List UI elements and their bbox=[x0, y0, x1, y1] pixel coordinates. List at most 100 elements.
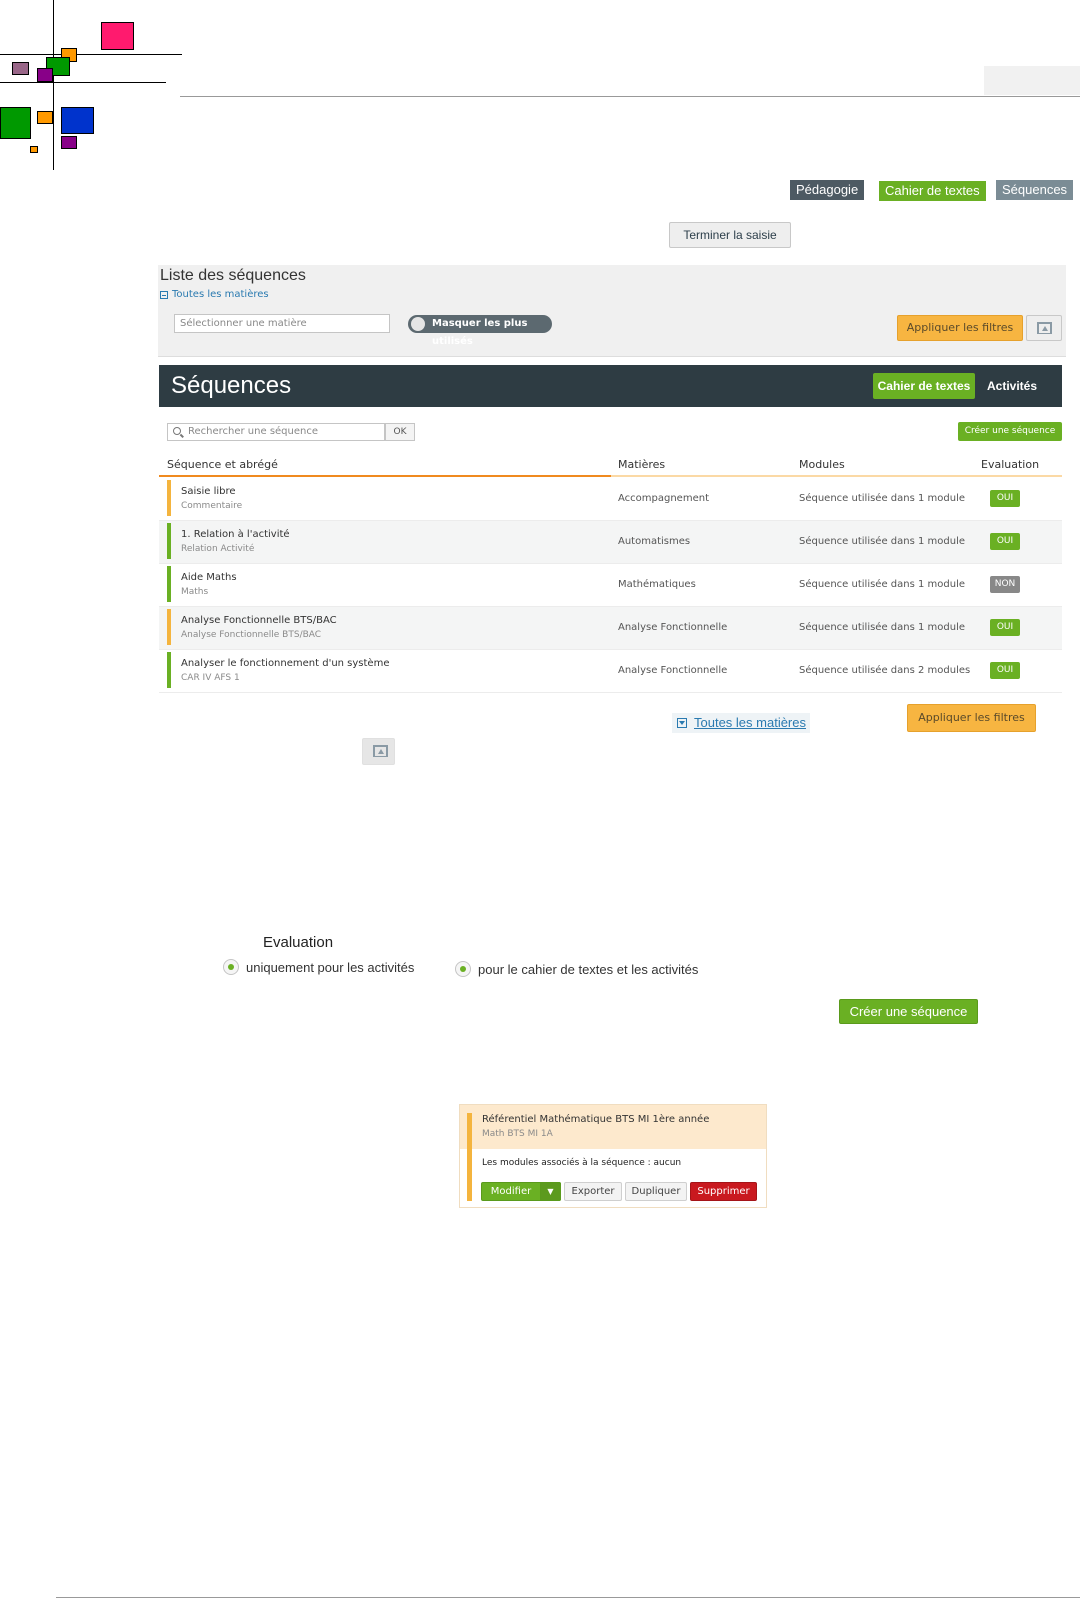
column-header-sequence[interactable]: Séquence et abrégé bbox=[167, 458, 278, 471]
modify-dropdown-icon[interactable]: ▼ bbox=[540, 1182, 561, 1201]
breadcrumb-cahier-de-textes[interactable]: Cahier de textes bbox=[879, 181, 986, 201]
create-sequence-button[interactable]: Créer une séquence bbox=[958, 422, 1062, 441]
expand-icon bbox=[677, 718, 687, 728]
toggle-all-subjects-label: Toutes les matières bbox=[172, 289, 269, 300]
export-button[interactable] bbox=[1026, 315, 1062, 341]
column-header-matieres[interactable]: Matières bbox=[618, 458, 665, 471]
sequence-modules: Séquence utilisée dans 1 module bbox=[799, 622, 966, 633]
header-rule bbox=[180, 96, 1080, 97]
export-button-large[interactable] bbox=[362, 738, 395, 765]
table-row[interactable]: Analyse Fonctionnelle BTS/BAC Analyse Fo… bbox=[159, 607, 1062, 650]
export-icon bbox=[1037, 322, 1052, 334]
evaluation-badge: OUI bbox=[990, 619, 1020, 636]
search-ok-button[interactable]: OK bbox=[385, 423, 415, 441]
apply-filters-button-large[interactable]: Appliquer les filtres bbox=[907, 704, 1036, 732]
logo-square bbox=[12, 62, 29, 75]
filter-title: Liste des séquences bbox=[160, 267, 306, 284]
logo-line bbox=[53, 0, 54, 170]
sequence-subject: Accompagnement bbox=[618, 493, 709, 504]
sequence-name: Saisie libre bbox=[181, 486, 236, 497]
sequence-subject: Analyse Fonctionnelle bbox=[618, 665, 728, 676]
subject-color-bar bbox=[467, 1113, 472, 1201]
sequence-modules: Séquence utilisée dans 1 module bbox=[799, 536, 966, 547]
delete-button[interactable]: Supprimer bbox=[690, 1182, 757, 1201]
toggle-all-subjects-link-large[interactable]: Toutes les matières bbox=[672, 713, 810, 733]
export-sequence-button[interactable]: Exporter bbox=[564, 1182, 622, 1201]
column-header-evaluation[interactable]: Evaluation bbox=[981, 458, 1039, 471]
sequence-name: Aide Maths bbox=[181, 572, 237, 583]
sequence-modules: Séquence utilisée dans 1 module bbox=[799, 493, 966, 504]
create-sequence-button-large[interactable]: Créer une séquence bbox=[839, 999, 978, 1024]
tab-cahier-de-textes[interactable]: Cahier de textes bbox=[873, 373, 975, 399]
toggle-knob bbox=[411, 317, 425, 331]
logo-square bbox=[61, 107, 94, 134]
breadcrumb-sequences[interactable]: Séquences bbox=[996, 180, 1074, 200]
card-sequence-name: Référentiel Mathématique BTS MI 1ère ann… bbox=[482, 1114, 710, 1125]
hide-most-used-toggle[interactable]: Masquer les plus utilisés bbox=[408, 315, 552, 347]
breadcrumb-pedagogie[interactable]: Pédagogie bbox=[790, 180, 865, 200]
toggle-all-subjects-large-label: Toutes les matières bbox=[694, 715, 806, 730]
logo bbox=[0, 0, 182, 172]
sequence-abbr: CAR IV AFS 1 bbox=[181, 673, 240, 683]
logo-square bbox=[30, 146, 38, 153]
evaluation-badge: OUI bbox=[990, 490, 1020, 507]
sequence-name: Analyse Fonctionnelle BTS/BAC bbox=[181, 615, 337, 626]
sequence-subject: Analyse Fonctionnelle bbox=[618, 622, 728, 633]
sequences-title: Séquences bbox=[171, 372, 292, 399]
footer-rule bbox=[56, 1597, 1080, 1598]
table-header: Séquence et abrégé Matières Modules Eval… bbox=[159, 456, 1062, 476]
sequence-name: Analyser le fonctionnement d'un système bbox=[181, 658, 390, 669]
logo-square bbox=[101, 22, 134, 50]
sequence-subject: Automatismes bbox=[618, 536, 691, 547]
hide-most-used-label: Masquer les plus utilisés bbox=[432, 318, 528, 347]
table-row[interactable]: Saisie libre Commentaire Accompagnement … bbox=[159, 478, 1062, 521]
collapse-icon bbox=[160, 290, 168, 299]
sequence-detail-card: Référentiel Mathématique BTS MI 1ère ann… bbox=[459, 1104, 767, 1208]
evaluation-option-activities[interactable]: uniquement pour les activités bbox=[223, 959, 414, 975]
toggle-all-subjects-link[interactable]: Toutes les matières bbox=[160, 289, 269, 300]
logo-square bbox=[37, 111, 53, 124]
evaluation-option-cahier-activities[interactable]: pour le cahier de textes et les activité… bbox=[455, 961, 698, 977]
evaluation-badge: OUI bbox=[990, 662, 1020, 679]
search-placeholder: Rechercher une séquence bbox=[188, 426, 319, 437]
subject-color-bar bbox=[167, 566, 171, 602]
logo-square bbox=[61, 136, 77, 149]
evaluation-option-cahier-activities-label: pour le cahier de textes et les activité… bbox=[478, 961, 699, 977]
radio-button[interactable] bbox=[223, 959, 239, 975]
logo-line bbox=[0, 54, 182, 55]
card-header bbox=[460, 1105, 766, 1149]
sequence-name: 1. Relation à l'activité bbox=[181, 529, 290, 540]
sequences-header: Séquences Cahier de textes Activités bbox=[159, 365, 1062, 407]
duplicate-button[interactable]: Dupliquer bbox=[625, 1182, 687, 1201]
card-modules-text: Les modules associés à la séquence : auc… bbox=[482, 1158, 682, 1168]
tab-activites[interactable]: Activités bbox=[987, 373, 1047, 399]
sequence-abbr: Relation Activité bbox=[181, 544, 255, 554]
logo-square bbox=[37, 68, 53, 82]
subject-color-bar bbox=[167, 652, 171, 688]
evaluation-badge: NON bbox=[990, 576, 1020, 593]
export-icon bbox=[373, 745, 388, 757]
logo-square bbox=[0, 107, 31, 139]
filter-panel: Liste des séquences Toutes les matières … bbox=[158, 265, 1066, 357]
sequence-abbr: Maths bbox=[181, 587, 209, 597]
evaluation-option-activities-label: uniquement pour les activités bbox=[246, 959, 415, 975]
terminer-saisie-button[interactable]: Terminer la saisie bbox=[669, 222, 791, 248]
search-icon bbox=[173, 427, 181, 435]
search-input[interactable]: Rechercher une séquence bbox=[167, 423, 385, 441]
table-row[interactable]: Analyser le fonctionnement d'un système … bbox=[159, 650, 1062, 693]
sequence-abbr: Commentaire bbox=[181, 501, 243, 511]
column-header-modules[interactable]: Modules bbox=[799, 458, 845, 471]
sequence-modules: Séquence utilisée dans 1 module bbox=[799, 579, 966, 590]
apply-filters-button[interactable]: Appliquer les filtres bbox=[897, 315, 1023, 341]
sequence-subject: Mathématiques bbox=[618, 579, 696, 590]
header-box bbox=[984, 66, 1080, 95]
evaluation-badge: OUI bbox=[990, 533, 1020, 550]
subject-select[interactable]: Sélectionner une matière bbox=[174, 314, 390, 333]
table-row[interactable]: Aide Maths Maths Mathématiques Séquence … bbox=[159, 564, 1062, 607]
subject-color-bar bbox=[167, 609, 171, 645]
radio-button[interactable] bbox=[455, 961, 471, 977]
card-sequence-abbr: Math BTS MI 1A bbox=[482, 1129, 553, 1139]
subject-color-bar bbox=[167, 480, 171, 516]
sequence-abbr: Analyse Fonctionnelle BTS/BAC bbox=[181, 630, 322, 640]
table-row[interactable]: 1. Relation à l'activité Relation Activi… bbox=[159, 521, 1062, 564]
